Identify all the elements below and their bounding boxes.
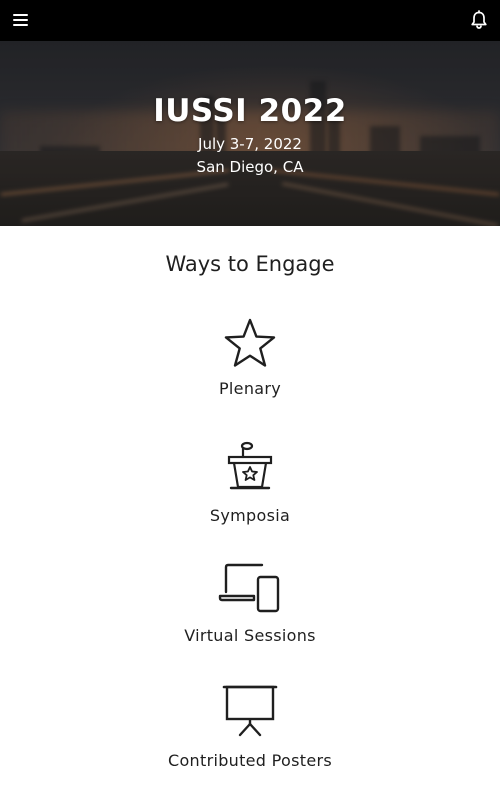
hamburger-menu-icon[interactable]: [12, 11, 30, 29]
star-icon: [224, 318, 276, 367]
laptop-phone-icon: [218, 563, 280, 613]
hero-banner: IUSSI 2022 July 3-7, 2022 San Diego, CA: [0, 41, 500, 226]
engage-item-plenary[interactable]: Plenary: [150, 317, 350, 398]
top-app-bar: [0, 0, 500, 41]
engage-item-label: Symposia: [209, 506, 291, 525]
hero-text: IUSSI 2022 July 3-7, 2022 San Diego, CA: [0, 41, 500, 226]
podium-icon: [227, 441, 273, 490]
event-location: San Diego, CA: [196, 158, 304, 176]
event-title: IUSSI 2022: [153, 93, 347, 129]
engage-item-virtual-sessions[interactable]: Virtual Sessions: [150, 562, 350, 645]
section-heading: Ways to Engage: [165, 252, 335, 276]
engage-item-symposia[interactable]: Symposia: [150, 440, 350, 525]
bell-icon[interactable]: [469, 10, 489, 30]
engage-item-label: Virtual Sessions: [184, 626, 316, 645]
engage-item-contributed-posters[interactable]: Contributed Posters: [150, 684, 350, 770]
projector-screen-icon: [222, 685, 278, 737]
event-dates: July 3-7, 2022: [198, 135, 302, 153]
engage-item-label: Plenary: [218, 379, 282, 398]
engage-item-label: Contributed Posters: [168, 751, 332, 770]
